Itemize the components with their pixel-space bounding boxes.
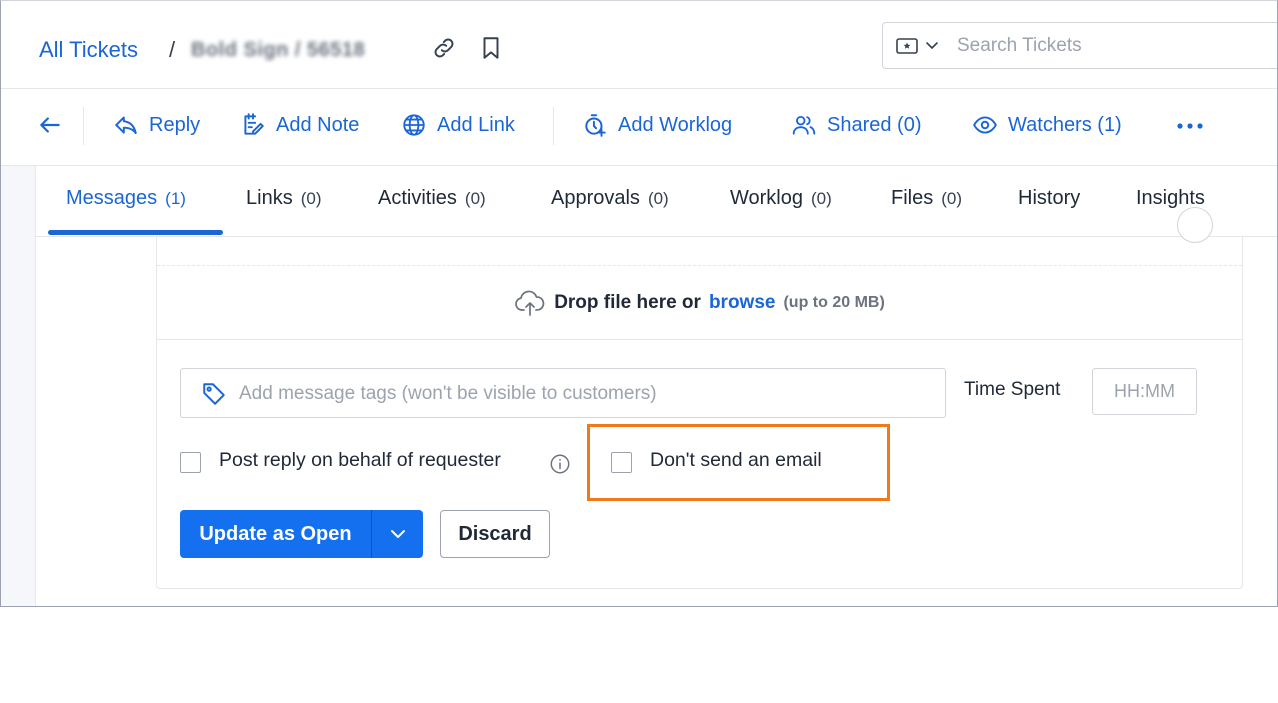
shared-button[interactable]: Shared (0): [791, 109, 922, 141]
timer-add-icon: [585, 114, 606, 137]
active-tab-indicator: [48, 230, 223, 235]
shared-label: Shared (0): [827, 113, 922, 136]
watchers-button[interactable]: Watchers (1): [972, 109, 1122, 141]
app-window: All Tickets / Bold Sign / 56518 Search T…: [0, 0, 1278, 607]
reply-label: Reply: [149, 113, 201, 136]
add-note-button[interactable]: Add Note: [240, 109, 359, 141]
tab-messages[interactable]: Messages (1): [66, 187, 186, 210]
tab-count: (0): [300, 189, 322, 208]
tab-bar: Messages (1) Links (0) Activities (0) Appro…: [36, 166, 1277, 237]
add-link-button[interactable]: Add Link: [401, 109, 515, 141]
tab-label: Activities: [378, 187, 457, 209]
editor-round-button[interactable]: [1177, 207, 1213, 243]
browse-link[interactable]: browse: [709, 292, 776, 314]
watchers-label: Watchers (1): [1008, 113, 1122, 136]
tab-count: (0): [464, 189, 486, 208]
users-icon: [792, 115, 816, 135]
post-on-behalf-checkbox[interactable]: [180, 452, 201, 473]
dont-send-email-checkbox[interactable]: [611, 452, 632, 473]
breadcrumb-all-tickets[interactable]: All Tickets: [39, 37, 138, 63]
tab-label: Insights: [1136, 187, 1205, 209]
update-status-split-button: Update as Open: [180, 510, 423, 558]
add-note-label: Add Note: [276, 113, 360, 136]
globe-icon: [403, 114, 425, 136]
status-dropdown-button[interactable]: [372, 510, 423, 558]
tab-label: Approvals: [551, 187, 640, 209]
tab-approvals[interactable]: Approvals (0): [551, 187, 669, 210]
add-worklog-label: Add Worklog: [618, 113, 733, 136]
tab-label: Files: [891, 187, 934, 209]
search-input[interactable]: [957, 31, 1267, 61]
toolbar: Reply Add Note Add Link Add Worklog Shar…: [1, 89, 1277, 166]
header: All Tickets / Bold Sign / 56518: [1, 1, 1277, 89]
discard-button[interactable]: Discard: [440, 510, 550, 558]
ticket-type-icon[interactable]: [895, 35, 943, 57]
message-tags-input[interactable]: [239, 379, 929, 409]
tab-label: Worklog: [730, 187, 803, 209]
reply-icon: [115, 116, 137, 135]
upload-size-limit: (up to 20 MB): [783, 293, 885, 311]
time-spent-label: Time Spent: [964, 379, 1061, 400]
search-box: [882, 22, 1277, 69]
eye-icon: [973, 116, 997, 134]
tag-icon: [203, 383, 225, 405]
tab-files[interactable]: Files (0): [891, 187, 962, 210]
toolbar-divider: [553, 107, 554, 145]
tab-count: (0): [647, 189, 669, 208]
tab-count: (1): [165, 189, 186, 208]
reply-button[interactable]: Reply: [113, 109, 200, 141]
tab-links[interactable]: Links (0): [246, 187, 321, 210]
more-options-button[interactable]: [1176, 109, 1204, 141]
more-dots-icon: [1177, 123, 1203, 129]
tab-history[interactable]: History: [1018, 187, 1080, 210]
note-edit-icon: [244, 113, 264, 135]
cloud-upload-icon: [515, 290, 545, 316]
time-spent-input[interactable]: [1093, 369, 1196, 414]
chevron-down-icon: [390, 530, 405, 538]
tab-worklog[interactable]: Worklog (0): [730, 187, 832, 210]
tab-label: History: [1018, 187, 1081, 209]
post-on-behalf-label: Post reply on behalf of requester: [219, 449, 501, 471]
bookmark-icon[interactable]: [478, 35, 504, 61]
dont-send-email-label: Don't send an email: [650, 449, 822, 471]
info-icon[interactable]: [549, 453, 571, 475]
drop-text: Drop file here or: [554, 291, 701, 313]
arrow-left-icon: [40, 117, 60, 133]
copy-link-icon[interactable]: [431, 35, 457, 61]
reply-compose-panel: Drop file here or browse (up to 20 MB) T…: [156, 207, 1243, 589]
back-button[interactable]: [37, 109, 63, 141]
update-as-open-button[interactable]: Update as Open: [180, 510, 372, 558]
tab-activities[interactable]: Activities (0): [378, 187, 486, 210]
tab-count: (0): [811, 189, 832, 208]
add-worklog-button[interactable]: Add Worklog: [582, 109, 732, 141]
tab-label: Links: [246, 187, 293, 209]
time-spent-field: [1092, 368, 1197, 415]
left-rail: [1, 166, 36, 606]
message-tags-field[interactable]: [180, 368, 946, 418]
toolbar-divider: [83, 107, 84, 145]
file-drop-zone[interactable]: Drop file here or browse (up to 20 MB): [157, 266, 1242, 340]
tab-count: (0): [941, 189, 963, 208]
breadcrumb-redacted: Bold Sign / 56518: [191, 39, 366, 61]
breadcrumb-separator: /: [169, 37, 176, 62]
tab-label: Messages: [66, 187, 158, 209]
add-link-label: Add Link: [437, 113, 515, 136]
